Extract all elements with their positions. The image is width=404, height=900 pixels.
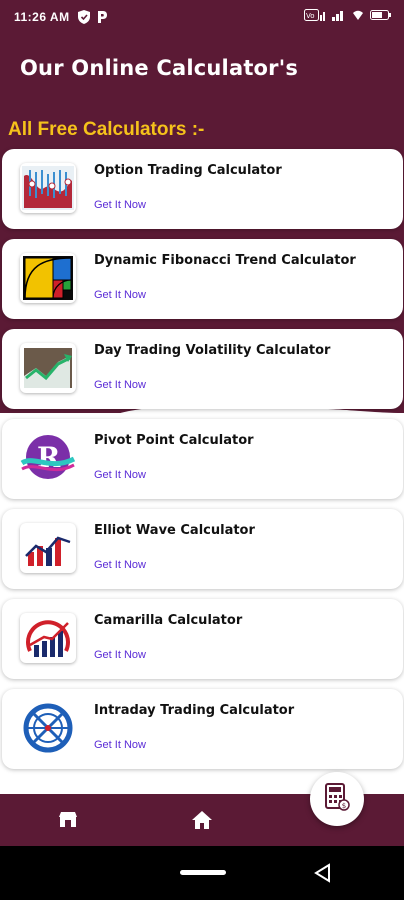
store-icon[interactable] [56,808,80,832]
wifi-icon [352,9,364,25]
calculator-card-fibonacci[interactable]: Dynamic Fibonacci Trend Calculator Get I… [2,239,403,319]
calculator-card-pivot-point[interactable]: R Pivot Point Calculator Get It Now [2,419,403,499]
fibonacci-icon [20,253,76,303]
calculator-card-elliot-wave[interactable]: Elliot Wave Calculator Get It Now [2,509,403,589]
get-it-now-link[interactable]: Get It Now [94,739,146,751]
intraday-logo-icon [20,703,76,753]
calculator-card-volatility[interactable]: Day Trading Volatility Calculator Get It… [2,329,403,409]
home-gesture-bar[interactable] [180,870,226,875]
svg-text:$: $ [342,802,346,810]
battery-icon [370,9,392,25]
calculator-icon: $ [324,782,350,816]
card-title: Elliot Wave Calculator [94,523,255,538]
volte-icon: Vo [304,9,326,25]
system-nav-bar [0,846,404,900]
svg-text:Vo: Vo [306,12,315,20]
status-bar: 11:26 AM Vo [0,0,404,36]
card-title: Intraday Trading Calculator [94,703,295,718]
calculator-card-option-trading[interactable]: Option Trading Calculator Get It Now [2,149,403,229]
pivot-logo-icon: R [20,433,76,483]
back-icon[interactable] [313,863,333,883]
get-it-now-link[interactable]: Get It Now [94,559,146,571]
section-title: All Free Calculators :- [8,119,205,140]
page-title: Our Online Calculator's [20,56,299,80]
card-title: Dynamic Fibonacci Trend Calculator [94,253,356,268]
card-title: Pivot Point Calculator [94,433,254,448]
get-it-now-link[interactable]: Get It Now [94,379,146,391]
calculator-card-camarilla[interactable]: Camarilla Calculator Get It Now [2,599,403,679]
signal-icon [332,9,346,25]
camarilla-chart-icon [20,613,76,663]
card-title: Day Trading Volatility Calculator [94,343,331,358]
get-it-now-link[interactable]: Get It Now [94,469,146,481]
elliot-bars-icon [20,523,76,573]
option-chart-icon [20,163,76,213]
get-it-now-link[interactable]: Get It Now [94,199,146,211]
calculator-card-intraday[interactable]: Intraday Trading Calculator Get It Now [2,689,403,769]
card-title: Option Trading Calculator [94,163,282,178]
volatility-chart-icon [20,343,76,393]
calculator-fab[interactable]: $ [310,772,364,826]
shield-icon [78,10,90,28]
home-icon[interactable] [190,808,214,832]
status-time: 11:26 AM [14,10,70,24]
card-title: Camarilla Calculator [94,613,243,628]
get-it-now-link[interactable]: Get It Now [94,289,146,301]
p-icon [96,10,108,28]
get-it-now-link[interactable]: Get It Now [94,649,146,661]
